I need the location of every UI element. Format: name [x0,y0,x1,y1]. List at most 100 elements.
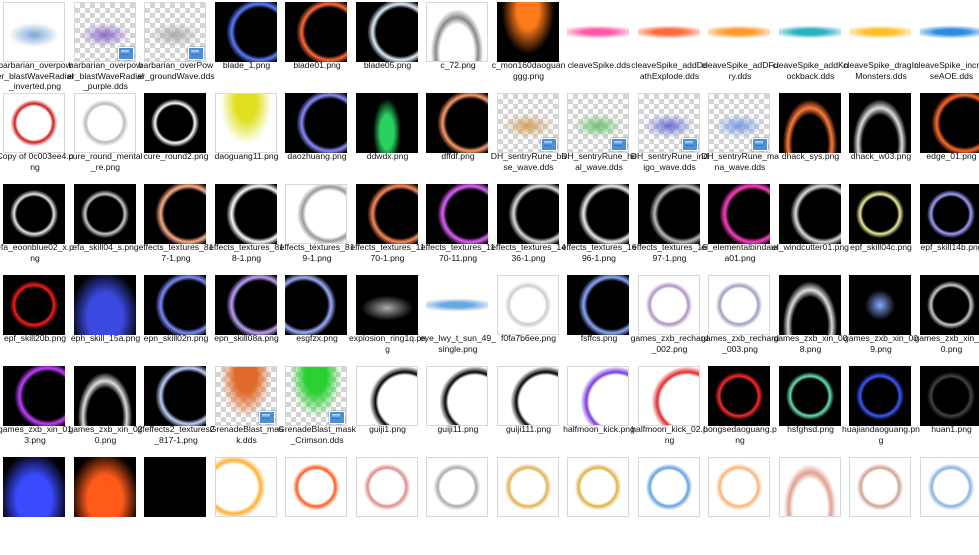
file-item[interactable]: games_zxb_xin_009.png [846,273,916,373]
file-name: cleaveSpike_addDeathExplode.dds [631,60,709,81]
file-item[interactable]: cleaveSpike_dragInMonsters.dds [846,0,916,100]
file-item[interactable]: explosion_ring1q.png [353,273,423,373]
file-item[interactable]: blade05.png [353,0,423,100]
file-item[interactable]: games_zxb_rechard_003.png [705,273,775,373]
file-item[interactable]: cleaveSpike_addKnockback.dds [776,0,846,100]
file-name: effects_textures_1436-1.png [490,242,568,263]
file-item[interactable]: cleaveSpike_addDeathExplode.dds [635,0,705,100]
file-item[interactable]: barbarian_overPower_groundWave.dds [141,0,211,100]
file-item[interactable] [705,455,775,555]
texture-preview [639,458,699,516]
file-item[interactable]: effects_textures_819-1.png [282,182,352,282]
file-item[interactable]: effects_textures_1170-11.png [423,182,493,282]
file-item[interactable]: eye_lwy_t_sun_49_single.png [423,273,493,373]
file-item[interactable] [635,455,705,555]
file-item[interactable]: el_elementalbindaura01.png [705,182,775,282]
file-item[interactable] [212,455,282,555]
file-name: edge_01.png [913,151,979,162]
file-item[interactable]: f0fa7b6ee.png [494,273,564,373]
file-item[interactable]: cure_round2.png [141,91,211,191]
file-item[interactable]: epf_skill04c.png [846,182,916,282]
file-item[interactable]: barbarian_overpower_blastWaveRadial_inve… [0,0,70,100]
file-thumbnail [849,93,911,153]
file-item[interactable]: halfmoon_kick_02.png [635,364,705,464]
file-item[interactable]: ddwdx.png [353,91,423,191]
file-item[interactable]: epn_skill02n.png [141,273,211,373]
texture-preview [779,2,841,62]
file-item[interactable]: daozhuang.png [282,91,352,191]
file-item[interactable]: daoguang11.png [212,91,282,191]
texture-preview [3,275,65,335]
file-item[interactable]: DH_sentryRune_base_wave.dds [494,91,564,191]
file-item[interactable]: guiji11.png [423,364,493,464]
file-item[interactable]: games_zxb_rechard_002.png [635,273,705,373]
file-item[interactable]: esgfzx.png [282,273,352,373]
file-item[interactable]: games_zxb_xin_010.png [917,273,979,373]
file-thumbnail [779,366,841,426]
file-item[interactable] [423,455,493,555]
file-item[interactable] [141,455,211,555]
file-item[interactable]: hongsedaoguang.png [705,364,775,464]
file-item[interactable]: DH_sentryRune_heal_wave.dds [564,91,634,191]
file-item[interactable]: GrenadeBlast_mask.dds [212,364,282,464]
file-item[interactable]: cleaveSpike_adDFury.dds [705,0,775,100]
file-item[interactable] [494,455,564,555]
file-item[interactable]: effects_textures_818-1.png [212,182,282,282]
file-item[interactable]: blade_1.png [212,0,282,100]
file-item[interactable]: dffdf.png [423,91,493,191]
file-item[interactable]: barbarian_overpower_blastWaveRadial_purp… [71,0,141,100]
file-item[interactable]: effects_textures_1697-1.png [635,182,705,282]
file-item[interactable]: dhack_sys.png [776,91,846,191]
file-item[interactable] [846,455,916,555]
file-item[interactable]: epf_skill20b.png [0,273,70,373]
file-item[interactable]: effects_textures_1436-1.png [494,182,564,282]
file-item[interactable]: el_windcutter01.png [776,182,846,282]
file-item[interactable]: epf_skill14b.png [917,182,979,282]
file-item[interactable]: DH_sentryRune_mana_wave.dds [705,91,775,191]
file-item[interactable]: Copy of 0c003ee4.png [0,91,70,191]
texture-preview [356,2,418,62]
file-name: el_elementalbindaura01.png [701,242,779,263]
file-item[interactable]: effects_textures_1170-1.png [353,182,423,282]
file-item[interactable] [71,455,141,555]
file-item[interactable]: guiji1.png [353,364,423,464]
file-item[interactable]: efa_skill04_s.png [71,182,141,282]
file-item[interactable]: cure_round_mental_re.png [71,91,141,191]
file-thumbnail [708,366,770,426]
file-thumbnail [356,93,418,153]
file-thumbnail [638,184,700,244]
file-item[interactable]: effects_textures_1696-1.png [564,182,634,282]
file-item[interactable]: epn_skill08a.png [212,273,282,373]
file-item[interactable]: games_zxb_xin_008.png [776,273,846,373]
file-item[interactable]: c_mon160daoguanggg.png [494,0,564,100]
file-item[interactable]: efa_eoonblue02_x.png [0,182,70,282]
file-item[interactable]: cleaveSpike.dds [564,0,634,100]
file-item[interactable]: cleaveSpike_increaseAOE.dds [917,0,979,100]
file-thumbnail [215,2,277,62]
file-item[interactable]: DH_sentryRune_indigo_wave.dds [635,91,705,191]
file-item[interactable]: edge_01.png [917,91,979,191]
file-item[interactable] [353,455,423,555]
file-item[interactable]: games_zxb_xin_020.png [71,364,141,464]
file-item[interactable] [917,455,979,555]
file-item[interactable]: fsffcs.png [564,273,634,373]
file-item[interactable]: huajiandaoguang.png [846,364,916,464]
file-item[interactable] [0,455,70,555]
file-item[interactable]: eph_skill_15a.png [71,273,141,373]
file-item[interactable] [776,455,846,555]
file-item[interactable]: effects_textures_817-1.png [141,182,211,282]
file-item[interactable]: guiji111.png [494,364,564,464]
file-item[interactable]: dhack_w03.png [846,91,916,191]
file-item[interactable]: halfmoon_kick.png [564,364,634,464]
file-item[interactable]: huan1.png [917,364,979,464]
file-item[interactable]: games_zxb_xin_013.png [0,364,70,464]
file-item[interactable]: blade01.png [282,0,352,100]
file-name: dhack_sys.png [772,151,850,162]
file-item[interactable]: GrenadeBlast_mask_Crimson.dds [282,364,352,464]
file-item[interactable]: gfeffects2_textures2_817-1.png [141,364,211,464]
file-item[interactable]: hsfghsd.png [776,364,846,464]
file-item[interactable] [282,455,352,555]
file-thumbnail [356,275,418,335]
file-item[interactable]: c_72.png [423,0,493,100]
file-item[interactable] [564,455,634,555]
